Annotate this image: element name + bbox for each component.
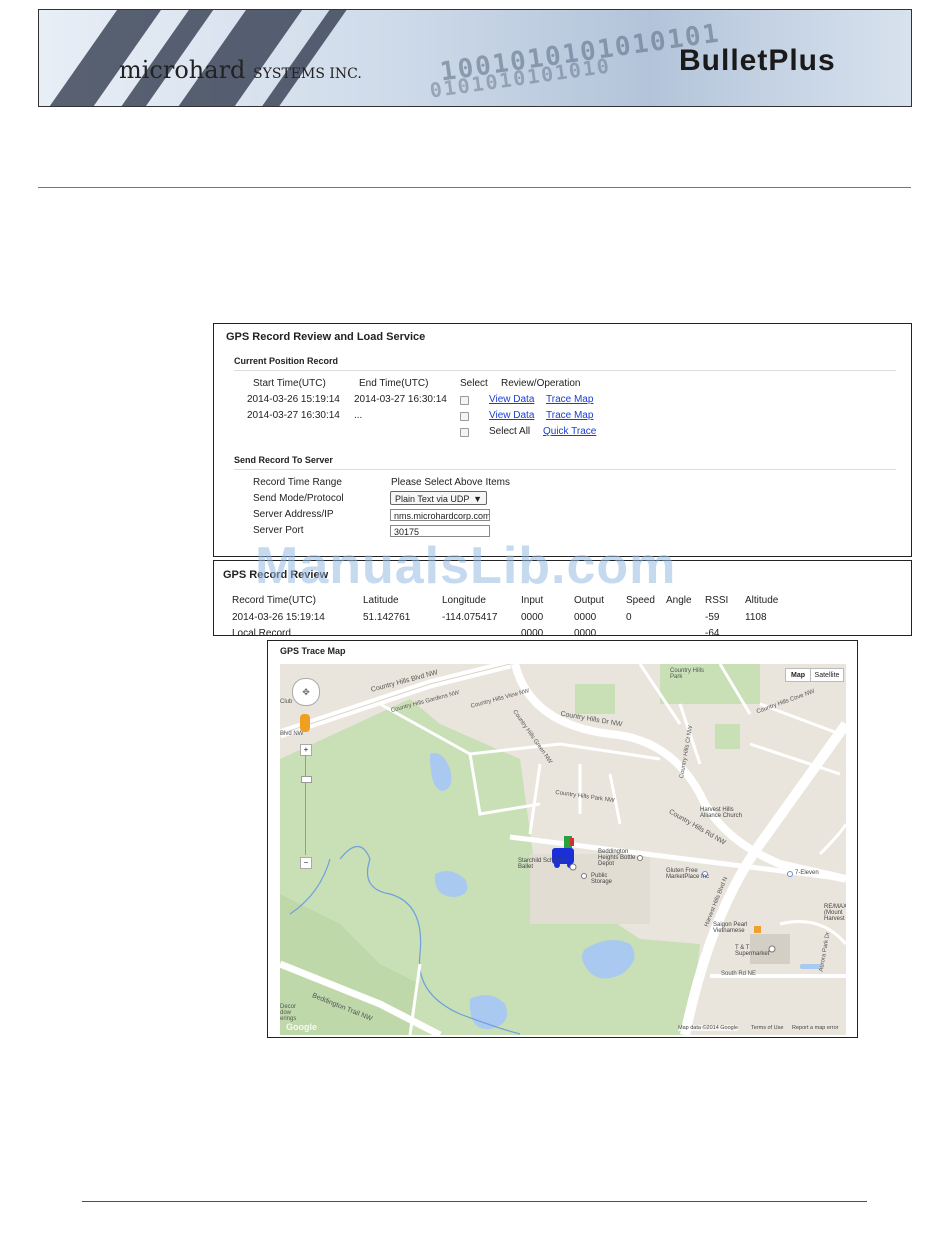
map-label: South Rd NE xyxy=(721,971,757,977)
pan-control[interactable]: ✥ xyxy=(292,678,320,706)
column-header: Review/Operation xyxy=(501,378,581,389)
row-checkbox[interactable] xyxy=(460,412,469,421)
start-time: 2014-03-27 16:30:14 xyxy=(247,410,340,421)
column-header: Altitude xyxy=(745,595,779,606)
table-cell: 0 xyxy=(626,612,632,623)
map-view[interactable]: Country Hills Blvd NW Country Hills Gard… xyxy=(280,664,846,1035)
trace-map-link[interactable]: Trace Map xyxy=(546,410,593,421)
trace-map-panel: GPS Trace Map Country Hills Blvd NW Coun… xyxy=(267,640,858,1038)
panel-title: GPS Record Review and Load Service xyxy=(226,331,426,343)
divider xyxy=(234,469,896,470)
map-label: Country Hills Park xyxy=(670,668,705,680)
table-cell: -59 xyxy=(705,612,720,623)
map-label: Club xyxy=(280,699,293,705)
column-header: Input xyxy=(521,595,544,606)
report-error-link[interactable]: Report a map error xyxy=(792,1025,838,1031)
table-cell: 0000 xyxy=(521,612,544,623)
column-header: Start Time(UTC) xyxy=(253,378,326,389)
column-header: End Time(UTC) xyxy=(359,378,429,389)
map-label: Decor dow erings xyxy=(280,1004,297,1022)
watermark: ManualsLib.com xyxy=(255,537,677,595)
google-logo: Google xyxy=(286,1022,317,1032)
map-label: Harvest Hills Alliance Church xyxy=(700,807,743,819)
map-label: Public Storage xyxy=(591,873,613,885)
table-cell: 0000 xyxy=(574,612,597,623)
select-all-label: Select All xyxy=(489,426,531,437)
table-cell: -64 xyxy=(705,628,720,636)
map-type-button[interactable]: Map xyxy=(785,668,811,682)
header-banner: 1001010101010101 0101010101010 microhard… xyxy=(38,9,912,107)
time-range-value: Please Select Above Items xyxy=(391,477,510,488)
terms-link[interactable]: Terms of Use xyxy=(751,1025,783,1031)
column-header: Output xyxy=(574,595,605,606)
column-header: Angle xyxy=(666,595,692,606)
section-title: Send Record To Server xyxy=(234,455,333,465)
zoom-slider-handle[interactable] xyxy=(301,776,312,783)
table-cell: 1108 xyxy=(745,612,767,623)
zoom-slider[interactable] xyxy=(305,755,306,855)
gps-record-panel: GPS Record Review and Load Service Curre… xyxy=(213,323,912,557)
map-label: Saigon Pearl Vietnamese xyxy=(713,922,748,934)
divider xyxy=(234,370,896,371)
table-cell: Local Record xyxy=(232,628,291,636)
column-header: RSSI xyxy=(705,595,729,606)
column-header: Select xyxy=(460,378,488,389)
section-title: Current Position Record xyxy=(234,356,339,366)
start-time: 2014-03-26 15:19:14 xyxy=(247,394,340,405)
column-header: Longitude xyxy=(442,595,486,606)
table-cell: 51.142761 xyxy=(363,612,411,623)
row-checkbox[interactable] xyxy=(460,396,469,405)
table-cell: -114.075417 xyxy=(442,612,498,623)
footer-divider xyxy=(82,1201,867,1202)
table-cell: 2014-03-26 15:19:14 xyxy=(232,612,325,623)
trace-map-link[interactable]: Trace Map xyxy=(546,394,593,405)
send-mode-value: Plain Text via UDP xyxy=(395,494,470,504)
view-data-link[interactable]: View Data xyxy=(489,410,534,421)
satellite-type-button[interactable]: Satellite xyxy=(810,668,844,682)
map-label: T & T Supermarket xyxy=(735,945,770,957)
map-label: Gluten Free MarketPlace Inc xyxy=(666,868,710,880)
column-header: Speed xyxy=(626,595,655,606)
field-label: Send Mode/Protocol xyxy=(253,493,344,504)
quick-trace-link[interactable]: Quick Trace xyxy=(543,426,596,437)
zoom-in-button[interactable]: + xyxy=(300,744,312,756)
brand-logo: microhard SYSTEMS INC. xyxy=(119,56,362,84)
product-name: BulletPlus xyxy=(679,44,836,77)
pegman-icon[interactable] xyxy=(300,714,310,732)
select-all-checkbox[interactable] xyxy=(460,428,469,437)
server-address-input[interactable]: nms.microhardcorp.com xyxy=(390,509,490,521)
panel-title: GPS Trace Map xyxy=(280,646,346,656)
end-time: 2014-03-27 16:30:14 xyxy=(354,394,447,405)
brand-suffix: SYSTEMS INC. xyxy=(253,66,362,82)
field-label: Server Address/IP xyxy=(253,509,334,520)
column-header: Record Time(UTC) xyxy=(232,595,316,606)
zoom-out-button[interactable]: − xyxy=(300,857,312,869)
map-label: Starchild School of Ballet xyxy=(518,858,569,870)
field-label: Server Port xyxy=(253,525,304,536)
brand-name: microhard xyxy=(119,56,246,84)
map-label: 7-Eleven xyxy=(795,870,819,876)
end-time: ... xyxy=(354,410,363,421)
map-canvas xyxy=(280,664,846,1035)
view-data-link[interactable]: View Data xyxy=(489,394,534,405)
table-cell: 0000 xyxy=(574,628,597,636)
map-label: Blvd NW xyxy=(280,731,304,737)
map-label: Beddington Heights Bottle Depot xyxy=(598,849,636,867)
header-divider xyxy=(38,187,911,188)
send-mode-select[interactable]: Plain Text via UDP ▼ xyxy=(390,491,487,505)
map-label: RE/MAX (Mount Harvest xyxy=(824,904,846,922)
map-attribution: Map data ©2014 Google xyxy=(678,1025,739,1031)
table-cell: 0000 xyxy=(521,628,544,636)
field-label: Record Time Range xyxy=(253,477,342,488)
chevron-down-icon: ▼ xyxy=(473,494,482,504)
column-header: Latitude xyxy=(363,595,399,606)
